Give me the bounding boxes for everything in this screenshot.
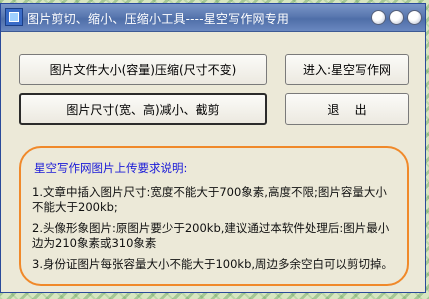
exit-button[interactable]: 退 出 [285, 93, 409, 125]
compress-button[interactable]: 图片文件大小(容量)压缩(尺寸不变) [19, 54, 267, 85]
maximize-icon[interactable] [389, 10, 404, 25]
app-window: 图片剪切、缩小、压缩小工具----星空写作网专用 图片文件大小(容量)压缩(尺寸… [0, 3, 426, 293]
resize-crop-button-label: 图片尺寸(宽、高)减小、截剪 [66, 102, 220, 117]
list-item: 2.头像形象图片:原图片要少于200kb,建议通过本软件处理后:图片最小边为21… [32, 221, 390, 250]
upload-requirements-panel: 星空写作网图片上传要求说明: 1.文章中插入图片尺寸:宽度不能大于700象素,高… [19, 146, 409, 286]
notice-title: 星空写作网图片上传要求说明: [34, 161, 188, 175]
resize-crop-button[interactable]: 图片尺寸(宽、高)减小、截剪 [19, 93, 267, 125]
minimize-icon[interactable] [371, 10, 386, 25]
window-title: 图片剪切、缩小、压缩小工具----星空写作网专用 [27, 12, 290, 26]
window-content: 图片文件大小(容量)压缩(尺寸不变) 进入:星空写作网 图片尺寸(宽、高)减小、… [1, 32, 425, 292]
compress-button-label: 图片文件大小(容量)压缩(尺寸不变) [49, 63, 237, 77]
enter-site-button[interactable]: 进入:星空写作网 [285, 54, 409, 85]
notice-list: 1.文章中插入图片尺寸:宽度不能大于700象素,高度不限;图片容量大小不能大于2… [32, 185, 398, 278]
app-icon [5, 8, 23, 26]
close-icon[interactable] [407, 10, 422, 25]
title-bar[interactable]: 图片剪切、缩小、压缩小工具----星空写作网专用 [1, 4, 425, 32]
list-item: 1.文章中插入图片尺寸:宽度不能大于700象素,高度不限;图片容量大小不能大于2… [32, 185, 387, 214]
list-item: 3.身份证图片每张容量大小不能大于100kb,周边多余空白可以剪切掉。 [32, 257, 394, 271]
enter-site-button-label: 进入:星空写作网 [302, 63, 392, 77]
exit-button-label: 退 出 [327, 102, 367, 117]
